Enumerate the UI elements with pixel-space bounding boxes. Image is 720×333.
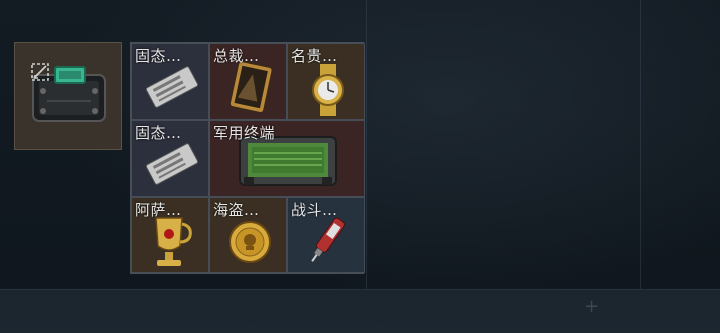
item-label: 固态… xyxy=(135,124,182,142)
item-slot-combat-stim[interactable]: 战斗… xyxy=(287,197,365,273)
unequip-icon[interactable] xyxy=(29,61,51,83)
bottom-bar xyxy=(0,289,720,333)
golden-goblet-icon xyxy=(155,217,192,266)
container-slot[interactable] xyxy=(14,42,122,150)
item-slot-luxury-watch[interactable]: 名贵… xyxy=(287,43,365,120)
item-slot-military-terminal[interactable]: 军用终端 xyxy=(209,120,365,197)
item-label: 阿萨… xyxy=(135,201,182,219)
item-label: 名贵… xyxy=(291,47,338,65)
luxury-watch-icon xyxy=(312,64,344,116)
item-slot-golden-goblet[interactable]: 阿萨… xyxy=(131,197,209,273)
inventory-grid: 固态… 总裁… 名贵… 固态… 军用终端 阿萨… 海盗… 战斗… xyxy=(130,42,365,274)
item-slot-ssd[interactable]: 固态… xyxy=(131,120,209,197)
item-label: 总裁… xyxy=(213,47,260,65)
plus-icon: + xyxy=(584,296,600,317)
item-label: 战斗… xyxy=(291,201,338,219)
item-label: 军用终端 xyxy=(213,124,276,142)
pirate-coin-icon xyxy=(229,221,271,263)
combat-stim-icon xyxy=(311,217,346,262)
item-label: 海盗… xyxy=(213,201,260,219)
solid-state-drive-icon xyxy=(145,143,199,185)
panel-divider xyxy=(366,0,367,290)
item-label: 固态… xyxy=(135,47,182,65)
president-card-icon xyxy=(229,61,273,113)
item-slot-president-card[interactable]: 总裁… xyxy=(209,43,287,120)
panel-divider xyxy=(640,0,641,290)
item-slot-ssd[interactable]: 固态… xyxy=(131,43,209,120)
solid-state-drive-icon xyxy=(145,66,199,108)
item-slot-pirate-coin[interactable]: 海盗… xyxy=(209,197,287,273)
